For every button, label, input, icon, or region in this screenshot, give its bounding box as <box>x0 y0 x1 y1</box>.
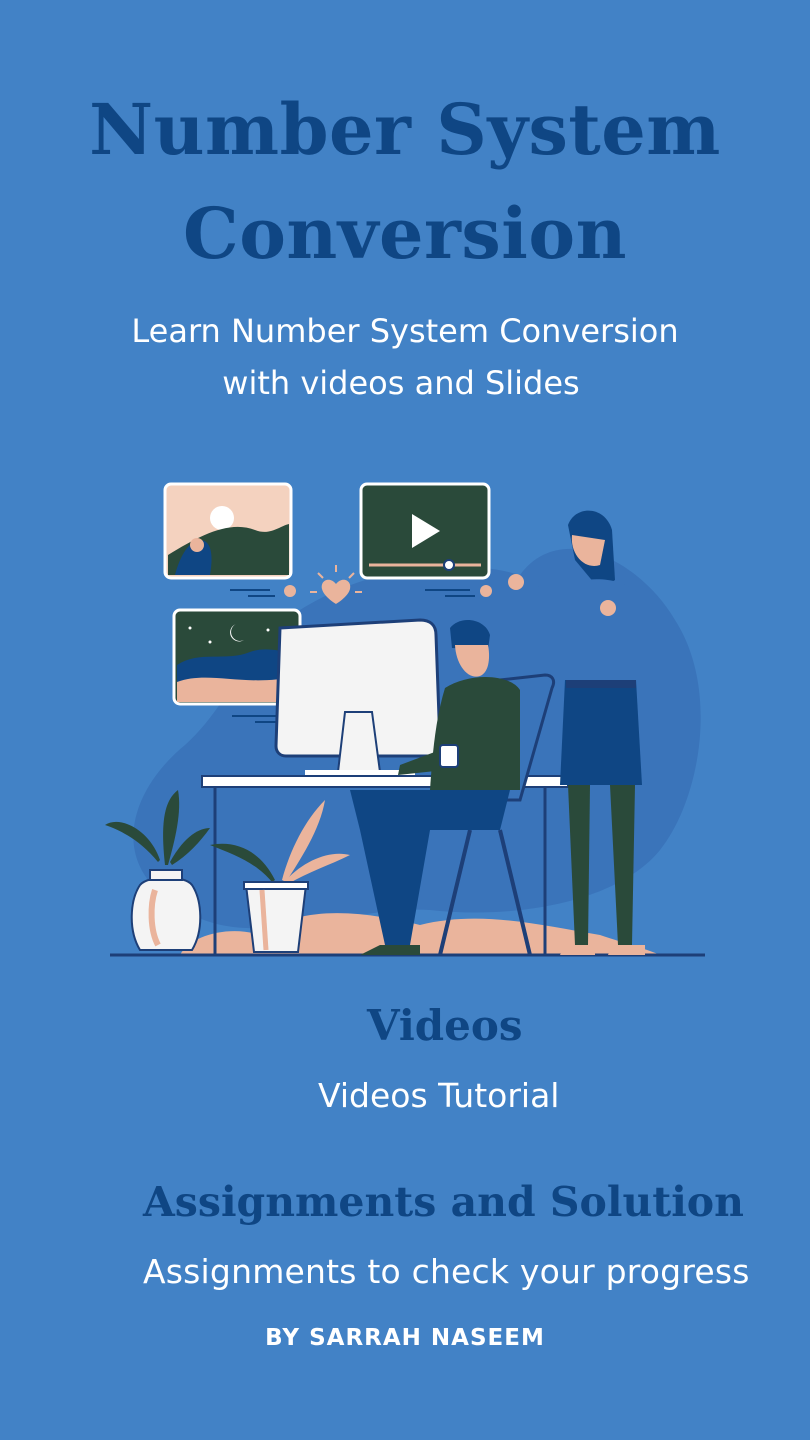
page-title: Number System Conversion <box>0 78 810 286</box>
subtitle-line-2: with videos and Slides <box>222 364 580 402</box>
video-card-icon <box>359 482 491 580</box>
videos-description: Videos Tutorial <box>318 1076 560 1115</box>
title-line-2: Conversion <box>183 192 627 275</box>
monitor-icon <box>274 618 442 776</box>
image-card-icon <box>163 482 293 580</box>
online-learning-illustration <box>105 482 705 957</box>
author-credit: BY SARRAH NASEEM <box>265 1325 545 1351</box>
subtitle-line-1: Learn Number System Conversion <box>131 312 679 350</box>
title-line-1: Number System <box>89 88 721 171</box>
videos-heading: Videos <box>367 1001 523 1050</box>
assignments-description: Assignments to check your progress <box>143 1252 750 1291</box>
subtitle: Learn Number System Conversion with vide… <box>0 305 810 409</box>
assignments-heading: Assignments and Solution <box>143 1178 744 1226</box>
